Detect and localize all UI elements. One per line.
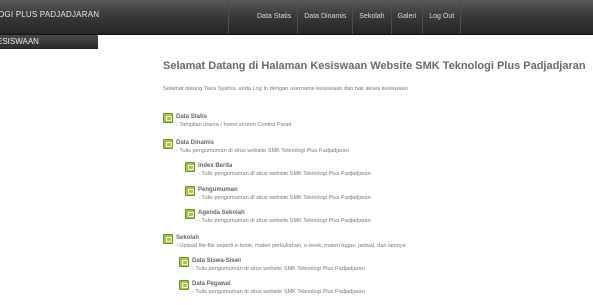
item-title[interactable]: Data Dinamis (176, 139, 349, 147)
item-desc: - Tulis pengumuman di situs website SMK … (192, 289, 365, 295)
section-label: ESISWAAN (0, 37, 39, 46)
nav-galeri[interactable]: Galeri (392, 0, 424, 34)
item-desc: - Tampilan utama / home screen Control P… (176, 122, 292, 128)
item-title[interactable]: Data Siswa-Siswi (192, 257, 365, 265)
main-content: Selamat Datang di Halaman Kesiswaan Webs… (163, 60, 586, 295)
list-item-agenda-sekolah[interactable]: Agenda Sekolah - Tulis pengumuman di sit… (185, 209, 371, 225)
welcome-text: Selamat datang Tiara Syahra, anda Log In… (163, 86, 408, 92)
folder-icon (185, 186, 195, 196)
folder-icon (185, 209, 195, 219)
nav-data-dinamis[interactable]: Data Dinamis (298, 0, 354, 34)
item-title[interactable]: Sekolah (176, 234, 406, 242)
folder-icon (179, 280, 189, 290)
main-nav: Data Statis Data Dinamis Sekolah Galeri … (228, 0, 462, 34)
list-item-index-berita[interactable]: Index Berita - Tulis pengumuman di situs… (185, 162, 371, 178)
nav-log-out[interactable]: Log Out (423, 0, 462, 34)
nav-sekolah[interactable]: Sekolah (353, 0, 392, 34)
folder-icon (163, 234, 173, 244)
section-bar: ESISWAAN (0, 35, 98, 49)
item-title[interactable]: Data Pegawai (192, 280, 365, 288)
list-item-data-dinamis[interactable]: Data Dinamis - Tulis pengumuman di situs… (163, 139, 349, 155)
item-desc: - Tulis pengumuman di situs website SMK … (198, 218, 371, 224)
nav-data-statis[interactable]: Data Statis (229, 0, 299, 34)
list-item-sekolah[interactable]: Sekolah - Upload file-file seperti e-boo… (163, 234, 406, 250)
list-item-data-siswa-siswi[interactable]: Data Siswa-Siswi - Tulis pengumuman di s… (179, 257, 365, 273)
item-title[interactable]: Pengumuman (198, 186, 371, 194)
item-desc: - Tulis pengumuman di situs website SMK … (198, 195, 371, 201)
item-title[interactable]: Index Berita (198, 162, 371, 170)
list-item-data-pegawai[interactable]: Data Pegawai - Tulis pengumuman di situs… (179, 280, 365, 296)
folder-icon (163, 139, 173, 149)
page-title: Selamat Datang di Halaman Kesiswaan Webs… (163, 60, 586, 72)
site-brand: OGI PLUS PADJADJARAN (0, 10, 100, 19)
folder-icon (163, 113, 173, 123)
item-desc: - Tulis pengumuman di situs website SMK … (192, 266, 365, 272)
item-desc: - Upload file-file seperti e-book, mater… (176, 243, 406, 249)
list-item-data-statis[interactable]: Data Statis - Tampilan utama / home scre… (163, 113, 291, 129)
item-title[interactable]: Agenda Sekolah (198, 209, 371, 217)
item-title[interactable]: Data Statis (176, 113, 291, 121)
folder-icon (179, 257, 189, 267)
item-desc: - Tulis pengumuman di situs website SMK … (176, 148, 349, 154)
folder-icon (185, 162, 195, 172)
top-header-bar: OGI PLUS PADJADJARAN Data Statis Data Di… (0, 0, 593, 35)
list-item-pengumuman[interactable]: Pengumuman - Tulis pengumuman di situs w… (185, 186, 371, 202)
item-desc: - Tulis pengumuman di situs website SMK … (198, 171, 371, 177)
